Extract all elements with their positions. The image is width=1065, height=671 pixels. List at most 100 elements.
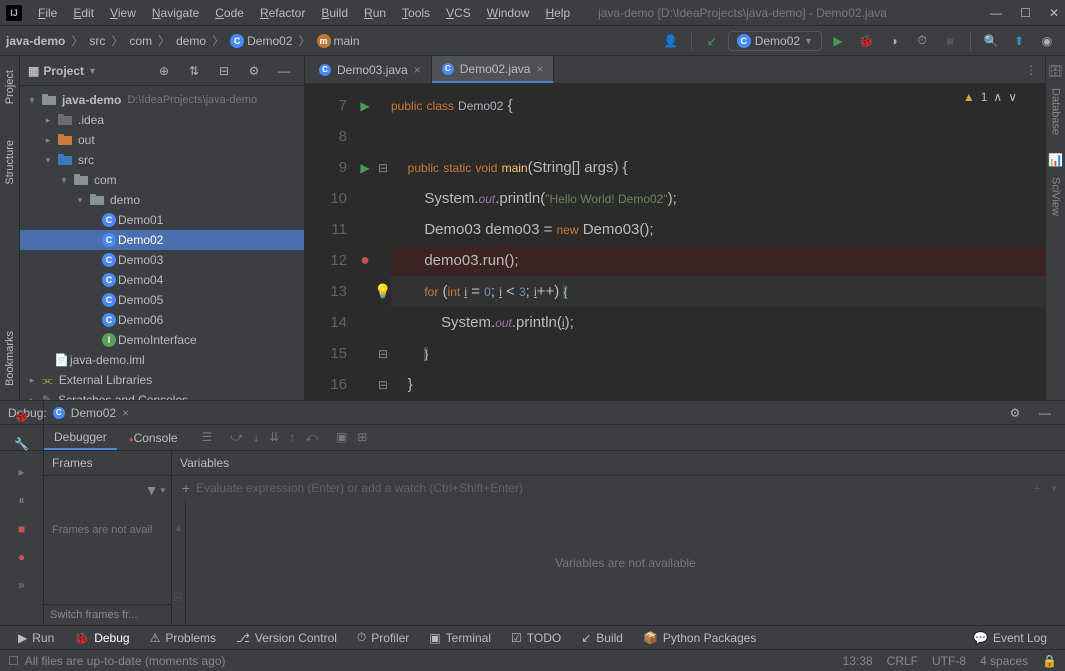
editor-tab-Demo02.java[interactable]: CDemo02.java× bbox=[432, 56, 555, 83]
step-into-icon[interactable]: ↓ bbox=[253, 430, 259, 445]
bookmarks-tool-button[interactable]: Bookmarks bbox=[4, 323, 16, 394]
sidebar-title[interactable]: ▦ Project ▼ bbox=[28, 64, 152, 78]
menu-file[interactable]: File bbox=[30, 2, 65, 24]
collapse-all-icon[interactable]: ⊟ bbox=[212, 59, 236, 83]
minimize-button[interactable]: — bbox=[990, 6, 1002, 20]
dropdown-icon[interactable]: ▾ bbox=[160, 485, 165, 496]
menu-window[interactable]: Window bbox=[479, 2, 538, 24]
step-out-icon[interactable]: ↑ bbox=[289, 430, 295, 445]
console-tab[interactable]: ●Console bbox=[119, 427, 188, 449]
close-tab-icon[interactable]: × bbox=[414, 63, 421, 77]
watch-input[interactable]: Evaluate expression (Enter) or add a wat… bbox=[196, 481, 523, 495]
bottom-tool-todo[interactable]: ☑TODO bbox=[501, 631, 571, 645]
frames-footer[interactable]: Switch frames fr... bbox=[44, 604, 171, 625]
close-tab-icon[interactable]: × bbox=[536, 62, 543, 76]
gear-icon[interactable]: ⚙ bbox=[242, 59, 266, 83]
tree-item-DemoInterface[interactable]: IDemoInterface bbox=[20, 330, 304, 350]
event-log-button[interactable]: 💬Event Log bbox=[963, 631, 1057, 645]
fold-gutter[interactable]: ⊟💡⊟⊟ bbox=[375, 84, 391, 400]
close-button[interactable]: ✕ bbox=[1049, 6, 1059, 20]
menu-tools[interactable]: Tools bbox=[394, 2, 438, 24]
run-to-cursor-icon[interactable]: ▣ bbox=[336, 430, 347, 445]
bottom-tool-version-control[interactable]: ⎇Version Control bbox=[226, 631, 347, 645]
bottom-tool-python-packages[interactable]: 📦Python Packages bbox=[633, 631, 766, 645]
crumb-main[interactable]: mmain bbox=[317, 34, 360, 48]
run-config-selector[interactable]: C Demo02 ▼ bbox=[728, 31, 822, 51]
status-icon[interactable]: ☐ bbox=[8, 654, 19, 668]
menu-help[interactable]: Help bbox=[537, 2, 578, 24]
up-icon[interactable]: ∧ bbox=[993, 90, 1002, 104]
tree-item-com[interactable]: ▾com bbox=[20, 170, 304, 190]
editor-status[interactable]: ▲ 1 ∧ ∨ bbox=[963, 90, 1017, 104]
down-icon[interactable]: ∨ bbox=[1008, 90, 1017, 104]
database-tool-button[interactable]: Database bbox=[1050, 82, 1062, 141]
build-icon[interactable]: ↙ bbox=[700, 29, 724, 53]
menu-vcs[interactable]: VCS bbox=[438, 2, 479, 24]
stop-icon[interactable]: ■ bbox=[938, 29, 962, 53]
run-line-icon[interactable]: ▶ bbox=[360, 99, 369, 113]
add-watch-plus[interactable]: + bbox=[1027, 480, 1047, 496]
crumb-com[interactable]: com bbox=[129, 34, 152, 48]
code-content[interactable]: public class Demo02 { public static void… bbox=[391, 84, 1045, 400]
show-exec-point-icon[interactable]: ☰ bbox=[202, 430, 213, 445]
tree-item-demo[interactable]: ▾demo bbox=[20, 190, 304, 210]
tree-item-Demo01[interactable]: CDemo01 bbox=[20, 210, 304, 230]
bottom-tool-terminal[interactable]: ▣Terminal bbox=[419, 631, 501, 645]
update-icon[interactable]: ⬆ bbox=[1007, 29, 1031, 53]
breakpoint-icon[interactable]: ● bbox=[360, 252, 370, 270]
tabs-kebab-icon[interactable]: ⋮ bbox=[1017, 63, 1045, 77]
run-gutter[interactable]: ▶ ▶ ● bbox=[355, 84, 375, 400]
bottom-tool-run[interactable]: ▶Run bbox=[8, 631, 64, 645]
maximize-button[interactable]: ☐ bbox=[1020, 6, 1031, 20]
project-tool-button[interactable]: Project bbox=[4, 62, 16, 112]
hide-icon[interactable]: — bbox=[272, 59, 296, 83]
drop-frame-icon[interactable]: ⤺ bbox=[305, 430, 318, 445]
code-editor[interactable]: 7891011121314151617 ▶▶● ⊟💡⊟⊟ public clas… bbox=[305, 84, 1045, 400]
add-watch-icon[interactable]: + bbox=[176, 480, 196, 496]
tree-item-Demo05[interactable]: CDemo05 bbox=[20, 290, 304, 310]
force-step-into-icon[interactable]: ⇊ bbox=[269, 430, 279, 445]
intention-bulb-icon[interactable]: 💡 bbox=[374, 283, 391, 300]
run-line-icon[interactable]: ▶ bbox=[360, 161, 369, 175]
tree-item-Scratches and Consoles[interactable]: ▸✎Scratches and Consoles bbox=[20, 390, 304, 400]
lock-icon[interactable]: 🔒 bbox=[1042, 654, 1057, 668]
tree-item-java-demo.iml[interactable]: 📄java-demo.iml bbox=[20, 350, 304, 370]
coverage-icon[interactable]: ◑ bbox=[882, 29, 906, 53]
menu-navigate[interactable]: Navigate bbox=[144, 2, 207, 24]
profile-icon[interactable]: ⏱ bbox=[910, 29, 934, 53]
fold-icon[interactable]: ⊟ bbox=[378, 378, 388, 392]
status-indent[interactable]: 4 spaces bbox=[980, 654, 1028, 668]
status-encoding[interactable]: UTF-8 bbox=[932, 654, 966, 668]
crumb-Demo02[interactable]: CDemo02 bbox=[230, 34, 292, 48]
bottom-tool-problems[interactable]: ⚠Problems bbox=[140, 631, 226, 645]
search-icon[interactable]: 🔍 bbox=[979, 29, 1003, 53]
menu-edit[interactable]: Edit bbox=[65, 2, 102, 24]
copy-stack-icon[interactable]: ⎘ bbox=[174, 590, 184, 605]
select-opened-icon[interactable]: ⊕ bbox=[152, 59, 176, 83]
tree-item-Demo02[interactable]: CDemo02 bbox=[20, 230, 304, 250]
menu-refactor[interactable]: Refactor bbox=[252, 2, 313, 24]
tree-item-.idea[interactable]: ▸.idea bbox=[20, 110, 304, 130]
crumb-java-demo[interactable]: java-demo bbox=[6, 34, 65, 48]
tree-item-Demo03[interactable]: CDemo03 bbox=[20, 250, 304, 270]
debug-hide-icon[interactable]: — bbox=[1033, 401, 1057, 425]
menu-code[interactable]: Code bbox=[207, 2, 252, 24]
tree-item-External Libraries[interactable]: ▸⫘External Libraries bbox=[20, 370, 304, 390]
sciview-icon[interactable]: 📊 bbox=[1048, 153, 1063, 167]
menu-build[interactable]: Build bbox=[313, 2, 356, 24]
tree-item-<b>java-demo</b>[interactable]: ▾java-demoD:\IdeaProjects\java-demo bbox=[20, 90, 304, 110]
editor-tab-Demo03.java[interactable]: CDemo03.java× bbox=[309, 56, 432, 83]
ide-icon[interactable]: ◉ bbox=[1035, 29, 1059, 53]
user-add-icon[interactable]: 👤 bbox=[659, 29, 683, 53]
debugger-tab[interactable]: Debugger bbox=[44, 426, 117, 450]
tree-item-Demo04[interactable]: CDemo04 bbox=[20, 270, 304, 290]
fold-icon[interactable]: ⊟ bbox=[378, 347, 388, 361]
menu-view[interactable]: View bbox=[102, 2, 144, 24]
run-icon[interactable]: ▶ bbox=[826, 29, 850, 53]
menu-run[interactable]: Run bbox=[356, 2, 394, 24]
debug-gear-icon[interactable]: ⚙ bbox=[1003, 401, 1027, 425]
rerun-debug-icon[interactable]: 🐞 bbox=[12, 407, 31, 425]
scroll-up-icon[interactable]: ▴ bbox=[175, 520, 181, 534]
tree-item-out[interactable]: ▸out bbox=[20, 130, 304, 150]
bottom-tool-debug[interactable]: 🐞Debug bbox=[64, 631, 139, 645]
